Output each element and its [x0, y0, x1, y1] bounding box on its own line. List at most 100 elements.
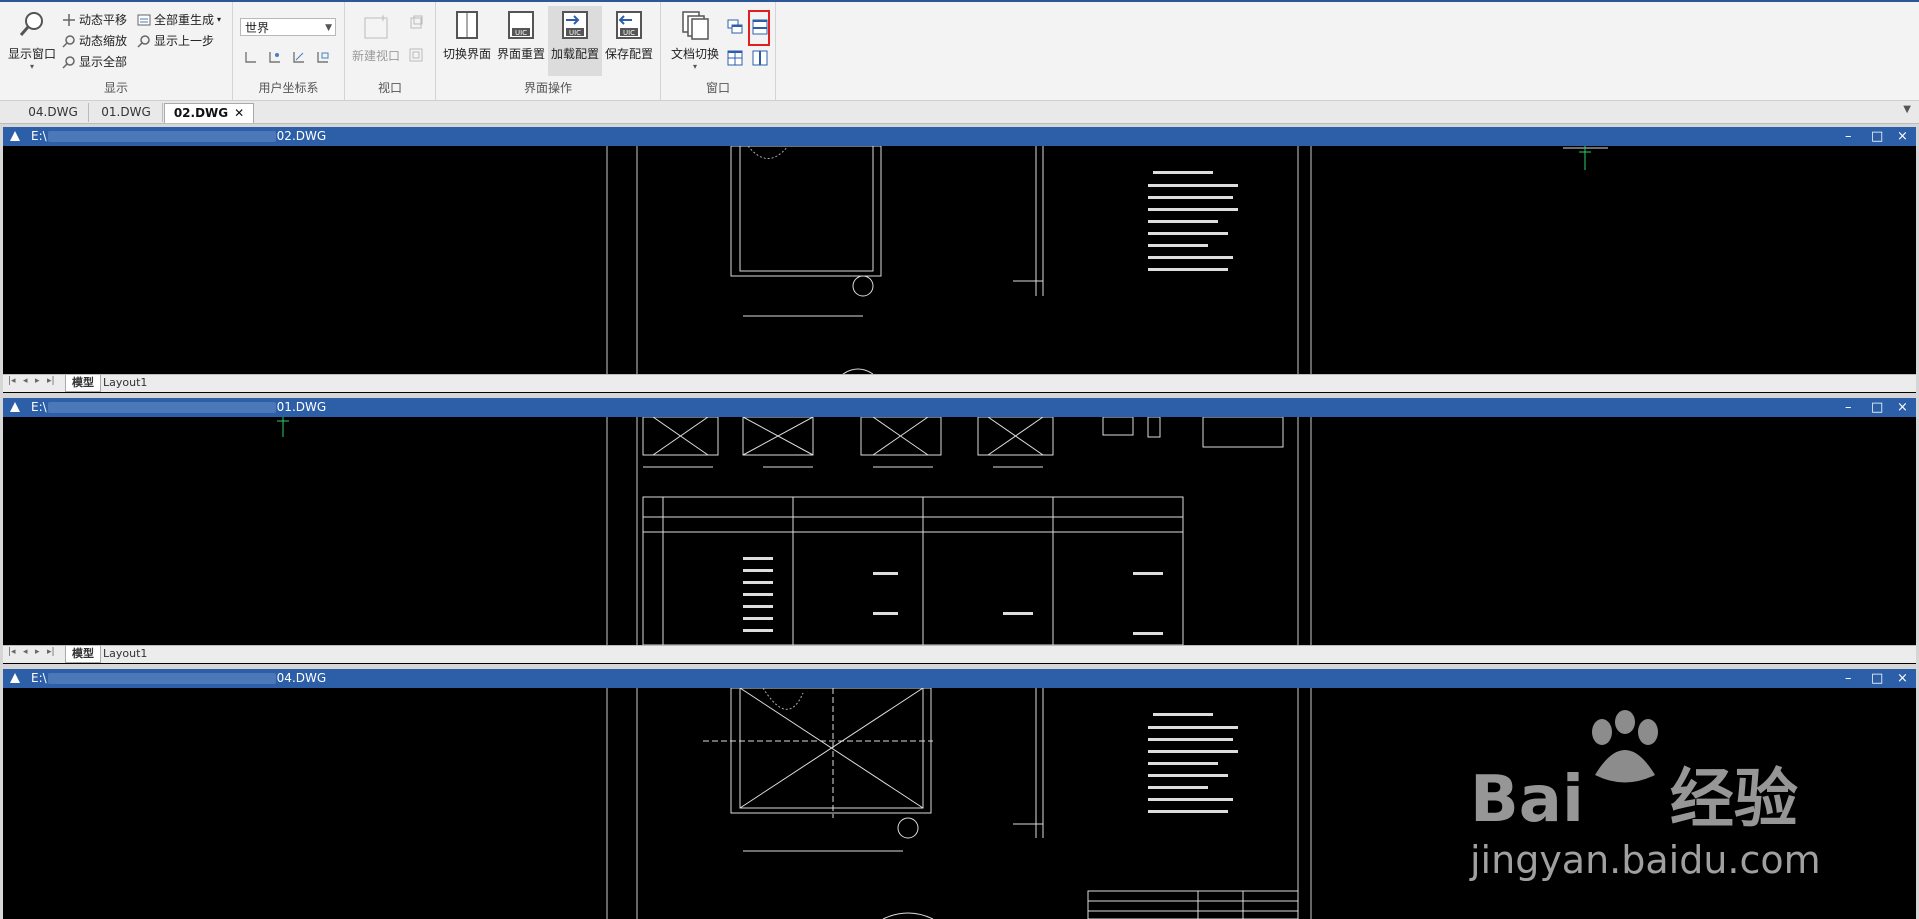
last-page-icon[interactable]: ▸| [47, 376, 55, 386]
maximize-icon[interactable]: □ [1871, 398, 1883, 417]
tab-list-chevron-icon[interactable]: ▼ [1903, 104, 1911, 115]
doc-switch-label: 文档切换 [670, 47, 719, 61]
document-title-bar[interactable]: E:\ 01.DWG – □ × [3, 398, 1916, 417]
document-window-01: E:\ 01.DWG – □ × |◂ ◂ ▸ ▸| 模型 Layout1 [3, 398, 1916, 664]
prev-page-icon[interactable]: ◂ [23, 647, 28, 657]
ribbon-toolbar: 显示窗口 ▾ 动态平移 动态缩放 显示全部 全部重生成 ▾ 显示上一步 显示 用… [0, 2, 1919, 101]
pan-button[interactable]: 动态平移 [62, 11, 127, 28]
show-all-label: 显示全部 [79, 55, 128, 69]
viewport-clip-icon[interactable] [408, 15, 424, 31]
switch-ui-button[interactable]: 切换界面 [442, 10, 492, 62]
highlight-box [748, 10, 770, 46]
ucs-origin-icon[interactable] [268, 50, 282, 64]
close-icon[interactable]: × [1897, 127, 1908, 146]
reset-ui-label: 界面重置 [496, 47, 545, 61]
ucs-view-icon[interactable] [316, 50, 330, 64]
tab-02-dwg[interactable]: 02.DWG ✕ [164, 103, 254, 123]
ucs-select[interactable]: 世界 ▼ [240, 18, 336, 36]
last-page-icon[interactable]: ▸| [47, 647, 55, 657]
app-logo-icon [10, 402, 20, 412]
tab-label: 04.DWG [28, 105, 78, 119]
document-path: E:\ 01.DWG [31, 400, 327, 414]
cascade-windows-icon[interactable] [727, 19, 743, 35]
layout-tab-bar: |◂ ◂ ▸ ▸| 模型 Layout1 [3, 374, 1916, 392]
close-icon[interactable]: × [1897, 669, 1908, 688]
drawing-canvas[interactable] [3, 417, 1916, 645]
reset-ui-icon: UIC [508, 11, 534, 39]
drawing-canvas[interactable] [3, 146, 1916, 374]
tab-01-dwg[interactable]: 01.DWG [90, 103, 163, 122]
tab-label: 01.DWG [101, 105, 151, 119]
load-config-button[interactable]: UIC 加载配置 [548, 6, 602, 76]
regen-all-button[interactable]: 全部重生成 ▾ [137, 11, 221, 28]
document-path: E:\ 02.DWG [31, 129, 327, 143]
document-window-02: E:\ 02.DWG – □ × |◂ ◂ ▸ ▸| 模型 Layout1 [3, 127, 1916, 393]
first-page-icon[interactable]: |◂ [8, 376, 16, 386]
viewport-lock-icon[interactable] [408, 47, 424, 63]
group-viewport: 新建视口 视口 [345, 2, 436, 100]
document-title-bar[interactable]: E:\ 02.DWG – □ × [3, 127, 1916, 146]
first-page-icon[interactable]: |◂ [8, 647, 16, 657]
baidu-watermark: Bai 经验 jingyan.baidu.com [1470, 710, 1830, 910]
save-config-button[interactable]: UIC 保存配置 [604, 10, 654, 62]
zoom-button[interactable]: 动态缩放 [62, 32, 127, 49]
load-config-icon: UIC [562, 11, 588, 39]
tab-04-dwg[interactable]: 04.DWG [18, 103, 89, 122]
doc-switch-button[interactable]: 文档切换 ▾ [667, 10, 723, 71]
maximize-icon[interactable]: □ [1871, 127, 1883, 146]
group-label-ucs: 用户坐标系 [258, 81, 319, 95]
app-logo-icon [10, 131, 20, 141]
prev-page-icon[interactable]: ◂ [23, 376, 28, 386]
group-label-ui-operations: 界面操作 [523, 81, 572, 95]
new-viewport-label: 新建视口 [351, 49, 400, 63]
show-all-button[interactable]: 显示全部 [62, 53, 127, 70]
show-window-label: 显示窗口 [7, 47, 56, 61]
document-path: E:\ 04.DWG [31, 671, 327, 685]
zoom-extents-icon [62, 55, 75, 69]
tile-grid-icon[interactable] [727, 50, 743, 66]
next-page-icon[interactable]: ▸ [35, 647, 40, 657]
prev-step-label: 显示上一步 [154, 34, 215, 48]
layout-tab-bar: |◂ ◂ ▸ ▸| 模型 Layout1 [3, 645, 1916, 663]
close-icon[interactable]: ✕ [234, 106, 244, 120]
switch-ui-label: 切换界面 [442, 47, 491, 61]
zoom-previous-icon [137, 34, 150, 48]
tab-model[interactable]: 模型 [65, 646, 101, 663]
tab-layout1[interactable]: Layout1 [97, 375, 153, 391]
app-logo-icon [10, 673, 20, 683]
document-title-bar[interactable]: E:\ 04.DWG – □ × [3, 669, 1916, 688]
minimize-icon[interactable]: – [1845, 127, 1852, 146]
watermark-url: jingyan.baidu.com [1470, 838, 1821, 882]
reset-ui-button[interactable]: UIC 界面重置 [496, 10, 546, 62]
minimize-icon[interactable]: – [1845, 669, 1852, 688]
tile-vertical-icon[interactable] [752, 50, 768, 66]
dropdown-arrow-icon: ▾ [692, 62, 697, 71]
next-page-icon[interactable]: ▸ [35, 376, 40, 386]
ucs-select-value: 世界 [245, 21, 270, 35]
group-ui-operations: 切换界面 UIC 界面重置 UIC 加载配置 UIC 保存配置 界面操作 [436, 2, 661, 100]
doc-switch-icon [682, 11, 709, 40]
show-window-button[interactable]: 显示窗口 ▾ [6, 10, 58, 71]
pan-label: 动态平移 [79, 13, 128, 27]
pan-icon [63, 13, 75, 26]
load-config-label: 加载配置 [550, 47, 599, 61]
close-icon[interactable]: × [1897, 398, 1908, 417]
minimize-icon[interactable]: – [1845, 398, 1852, 417]
group-label-display: 显示 [103, 81, 128, 95]
maximize-icon[interactable]: □ [1871, 669, 1883, 688]
svg-text:UIC: UIC [515, 29, 527, 37]
ucs-3point-icon[interactable] [292, 50, 306, 64]
zoom-label: 动态缩放 [79, 34, 128, 48]
save-config-label: 保存配置 [604, 47, 653, 61]
group-label-viewport: 视口 [377, 81, 402, 95]
save-config-icon: UIC [616, 11, 642, 39]
regen-icon [137, 14, 151, 25]
tab-model[interactable]: 模型 [65, 375, 101, 392]
ucs-world-icon[interactable] [244, 50, 258, 64]
tab-layout1[interactable]: Layout1 [97, 646, 153, 662]
new-viewport-button[interactable]: 新建视口 [349, 12, 403, 64]
svg-text:UIC: UIC [569, 29, 581, 37]
watermark-brand: Bai 经验 [1470, 763, 1798, 837]
prev-step-button[interactable]: 显示上一步 [137, 32, 214, 49]
magnifier-icon [19, 12, 43, 36]
